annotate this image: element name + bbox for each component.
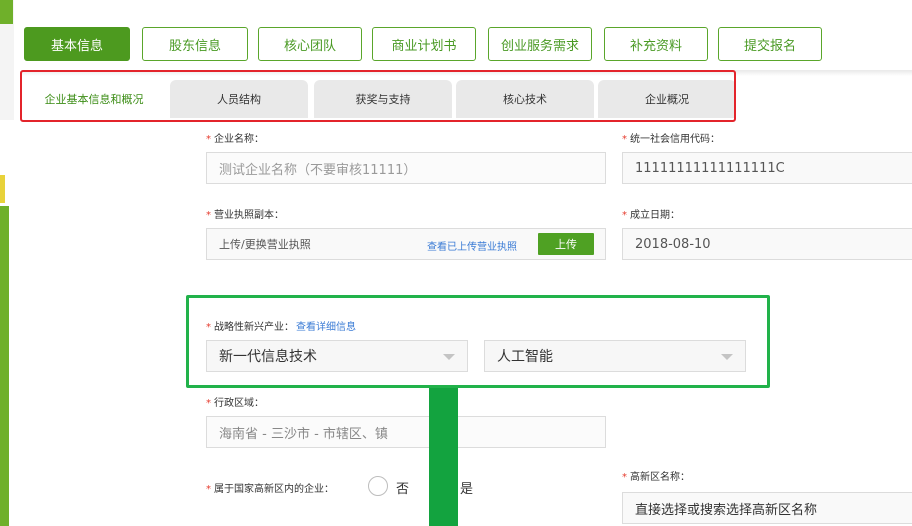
steps-divider — [22, 70, 912, 76]
industry-secondary-select[interactable]: 人工智能 — [484, 340, 746, 372]
company-name-label: * 企业名称： — [206, 134, 264, 145]
radio-yes-label[interactable]: 是 — [460, 478, 473, 497]
license-upload-text: 上传/更换营业执照 — [219, 238, 311, 251]
credit-code-label: * 统一社会信用代码： — [622, 134, 720, 145]
sidebar-green-rail — [0, 206, 9, 526]
subtab-staff-structure[interactable]: 人员结构 — [170, 80, 308, 118]
view-license-link[interactable]: 查看已上传营业执照 — [427, 238, 517, 253]
industry-detail-link[interactable]: 查看详细信息 — [296, 322, 356, 333]
zone-name-label: * 高新区名称： — [622, 472, 690, 483]
step-tabs: 基本信息 股东信息 核心团队 商业计划书 创业服务需求 补充资料 提交报名 — [24, 27, 912, 61]
subtab-core-tech[interactable]: 核心技术 — [456, 80, 594, 118]
sidebar-green-block — [0, 0, 13, 24]
high-tech-zone-label: * 属于国家高新区内的企业： — [206, 484, 334, 495]
subtab-company-basics[interactable]: 企业基本信息和概况 — [24, 80, 164, 118]
upload-button[interactable]: 上传 — [538, 233, 594, 255]
sidebar-yellow-marker — [0, 175, 5, 203]
radio-no-label: 否 — [396, 482, 410, 497]
step-shareholder-info[interactable]: 股东信息 — [142, 27, 248, 61]
zone-name-select[interactable]: 直接选择或搜索选择高新区名称 — [622, 492, 912, 524]
radio-no[interactable] — [368, 476, 388, 496]
step-basic-info[interactable]: 基本信息 — [24, 27, 130, 61]
region-label: * 行政区域： — [206, 398, 264, 409]
chevron-down-icon — [721, 354, 733, 360]
chevron-down-icon — [443, 354, 455, 360]
industry-secondary-value: 人工智能 — [497, 349, 553, 365]
industry-label: * 战略性新兴产业： 查看详细信息 — [206, 322, 356, 333]
company-name-input[interactable]: 测试企业名称（不要审核11111） — [206, 152, 606, 184]
annotation-arrow-bar — [429, 388, 458, 526]
sub-tabs: 企业基本信息和概况 人员结构 获奖与支持 核心技术 企业概况 — [24, 78, 736, 118]
found-date-label: * 成立日期： — [622, 210, 680, 221]
registration-page: 基本信息 股东信息 核心团队 商业计划书 创业服务需求 补充资料 提交报名 企业… — [0, 0, 912, 526]
found-date-input[interactable]: 2018-08-10 — [622, 228, 912, 260]
left-sidebar-strip — [0, 0, 22, 526]
license-label: * 营业执照副本： — [206, 210, 284, 221]
step-submit[interactable]: 提交报名 — [718, 27, 822, 61]
industry-primary-value: 新一代信息技术 — [219, 349, 317, 365]
step-business-plan[interactable]: 商业计划书 — [372, 27, 476, 61]
industry-primary-select[interactable]: 新一代信息技术 — [206, 340, 468, 372]
subtab-company-overview[interactable]: 企业概况 — [598, 80, 736, 118]
step-core-team[interactable]: 核心团队 — [258, 27, 362, 61]
credit-code-input[interactable]: 11111111111111111C — [622, 152, 912, 184]
step-supplementary[interactable]: 补充资料 — [604, 27, 708, 61]
subtab-awards-support[interactable]: 获奖与支持 — [314, 80, 452, 118]
region-input[interactable]: 海南省 - 三沙市 - 市辖区、镇 — [206, 416, 606, 448]
step-service-needs[interactable]: 创业服务需求 — [488, 27, 592, 61]
